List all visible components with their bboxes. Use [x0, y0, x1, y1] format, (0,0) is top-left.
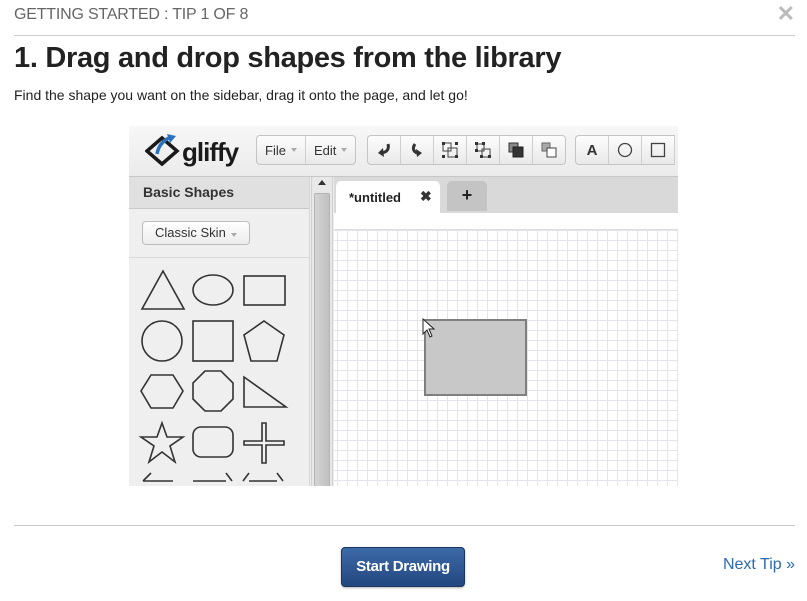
- close-icon: ✕: [776, 1, 795, 26]
- chevron-down-icon: [341, 148, 348, 152]
- group-button[interactable]: [434, 136, 467, 164]
- shape-square[interactable]: [192, 320, 234, 362]
- app-toolbar: gliffy File Edit A: [129, 126, 678, 177]
- chevron-down-icon: [290, 148, 297, 152]
- header-divider: [14, 35, 795, 36]
- skin-dropdown[interactable]: Classic Skin: [142, 221, 250, 245]
- send-to-back-icon: [541, 142, 557, 158]
- menu-group: File Edit: [256, 135, 357, 165]
- shape-palette: [138, 269, 289, 482]
- logo-mark-icon: [145, 134, 180, 167]
- plus-icon: +: [461, 185, 473, 205]
- dropped-rectangle-shape[interactable]: [424, 319, 527, 396]
- file-menu[interactable]: File: [257, 136, 306, 164]
- shape-ellipse[interactable]: [192, 274, 234, 306]
- tab-untitled[interactable]: *untitled ✖: [336, 181, 440, 213]
- rectangle-tool-icon: [650, 142, 666, 158]
- document-tabbar: *untitled ✖ +: [334, 177, 678, 213]
- gliffy-logo: gliffy: [145, 134, 240, 168]
- undo-icon: [378, 143, 390, 157]
- shape-triangle[interactable]: [140, 269, 186, 310]
- rectangle-tool-button[interactable]: [642, 136, 675, 164]
- ellipse-tool-icon: [617, 142, 633, 158]
- tip-description: Find the shape you want on the sidebar, …: [14, 87, 468, 103]
- tip-title: 1. Drag and drop shapes from the library: [14, 42, 562, 74]
- shape-rectangle[interactable]: [243, 275, 286, 306]
- ungroup-icon: [475, 142, 491, 158]
- chevron-down-icon: [230, 233, 237, 237]
- scroll-up-icon[interactable]: [318, 180, 326, 185]
- footer-divider: [14, 525, 795, 526]
- shape-double-arrow[interactable]: [242, 472, 284, 482]
- undo-button[interactable]: [368, 136, 401, 164]
- close-tab-icon[interactable]: ✖: [420, 188, 432, 205]
- text-tool-button[interactable]: A: [576, 136, 609, 164]
- shape-pentagon[interactable]: [243, 320, 285, 362]
- start-drawing-button[interactable]: Start Drawing: [341, 547, 465, 587]
- redo-button[interactable]: [401, 136, 434, 164]
- sidebar-divider: [129, 257, 309, 258]
- shape-circle[interactable]: [141, 320, 183, 362]
- shape-rounded-rectangle[interactable]: [192, 426, 234, 458]
- scroll-thumb[interactable]: [314, 193, 330, 486]
- shape-library-sidebar: Basic Shapes Classic Skin: [129, 177, 310, 486]
- library-title: Basic Shapes: [129, 177, 309, 209]
- drawing-canvas[interactable]: [334, 230, 678, 486]
- mouse-pointer-icon: [422, 318, 436, 338]
- shape-left-arrow[interactable]: [142, 472, 173, 482]
- tip-illustration: gliffy File Edit A Basic Shapes Classic …: [129, 126, 678, 486]
- send-to-back-button[interactable]: [533, 136, 565, 164]
- bring-to-front-button[interactable]: [500, 136, 533, 164]
- redo-icon: [411, 143, 422, 157]
- shape-octagon[interactable]: [192, 370, 234, 412]
- dialog-header: GETTING STARTED : TIP 1 OF 8: [14, 6, 249, 23]
- ungroup-button[interactable]: [467, 136, 500, 164]
- shape-star[interactable]: [138, 420, 186, 465]
- arrange-toolbar: [367, 135, 566, 165]
- draw-toolbar: A: [575, 135, 675, 165]
- canvas-ruler: [334, 213, 678, 230]
- shape-right-arrow[interactable]: [193, 472, 233, 482]
- group-icon: [442, 142, 458, 158]
- edit-menu[interactable]: Edit: [306, 136, 355, 164]
- logo-text: gliffy: [182, 137, 239, 167]
- close-button[interactable]: ✕: [777, 2, 795, 26]
- add-tab-button[interactable]: +: [447, 181, 487, 211]
- shape-right-triangle[interactable]: [243, 375, 289, 408]
- shape-cross[interactable]: [243, 422, 285, 464]
- text-tool-icon: A: [586, 141, 598, 159]
- shape-hexagon[interactable]: [140, 374, 184, 409]
- ellipse-tool-button[interactable]: [609, 136, 642, 164]
- bring-to-front-icon: [508, 142, 524, 158]
- sidebar-scrollbar[interactable]: [311, 177, 333, 486]
- next-tip-link[interactable]: Next Tip »: [723, 556, 795, 574]
